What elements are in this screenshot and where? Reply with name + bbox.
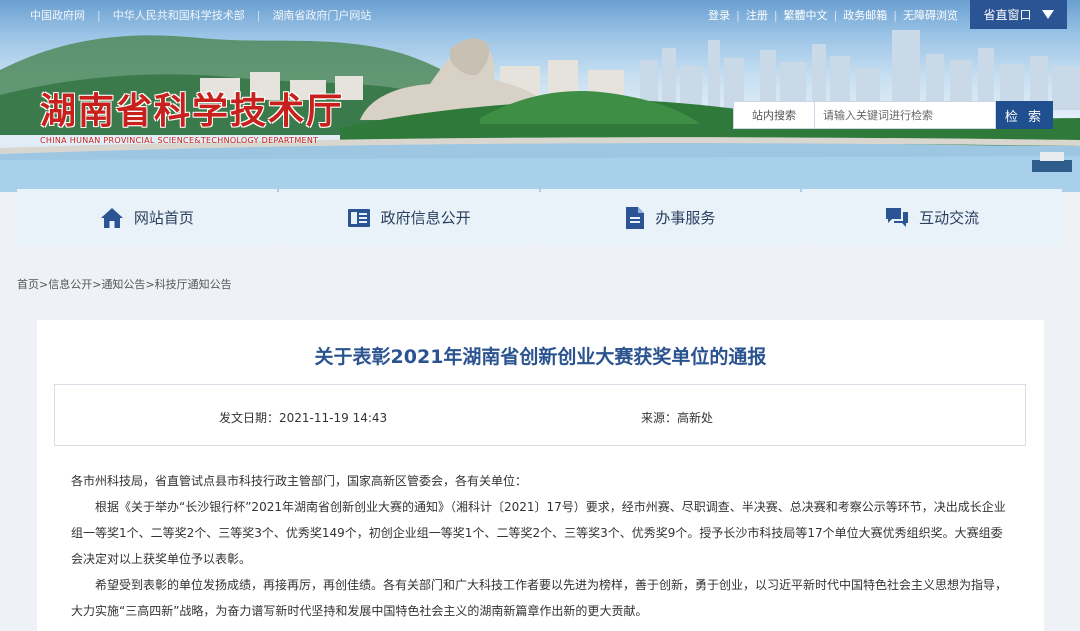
nav-item-label: 政府信息公开 [380, 209, 471, 227]
salutation-paragraph: 各市州科技局，省直管试点县市科技行政主管部门，国家高新区管委会，各有关单位： [71, 474, 528, 488]
triangle-down-icon [1041, 10, 1054, 19]
link-most[interactable]: 中华人民共和国科学技术部 [113, 7, 245, 23]
breadcrumb: 首页>信息公开>通知公告>科技厅通知公告 [17, 276, 232, 292]
source-value: 高新处 [677, 411, 714, 425]
breadcrumb-home[interactable]: 首页 [17, 278, 39, 291]
nav-item-label: 互动交流 [919, 209, 980, 227]
link-hunan-gov[interactable]: 湖南省政府门户网站 [272, 7, 371, 23]
provincial-window-label: 省直窗口 [983, 8, 1032, 22]
article-panel: 关于表彰2021年湖南省创新创业大赛获奖单位的通报 发文日期：2021-11-1… [37, 320, 1044, 631]
info-book-icon [347, 208, 370, 227]
date-label: 发文日期： [219, 411, 280, 425]
divider: | [736, 8, 740, 22]
user-links: 登录 | 注册 | 繁體中文 | 政务邮箱 | 无障碍浏览 [708, 7, 958, 23]
divider: | [893, 8, 897, 22]
register-link[interactable]: 注册 [746, 7, 768, 23]
main-nav: 网站首页 政府信息公开 办事服务 互动交流 [17, 189, 1062, 246]
article-meta: 发文日期：2021-11-19 14:43 来源：高新处 [54, 384, 1026, 446]
article-source: 来源：高新处 [641, 409, 713, 426]
traditional-chinese-link[interactable]: 繁體中文 [784, 7, 828, 23]
search-scope-select[interactable]: 站内搜索 [733, 101, 815, 129]
breadcrumb-separator: > [145, 278, 155, 291]
document-icon [626, 206, 645, 229]
source-label: 来源： [641, 411, 678, 425]
divider: | [773, 8, 778, 22]
article-title: 关于表彰2021年湖南省创新创业大赛获奖单位的通报 [314, 346, 767, 368]
date-value: 2021-11-19 14:43 [279, 411, 388, 425]
nav-item-gov-info[interactable]: 政府信息公开 [278, 189, 539, 246]
chat-icon [886, 207, 909, 227]
body-paragraph: 根据《关于举办“长沙银行杯”2021年湖南省创新创业大赛的通知》（湘科计〔202… [71, 500, 1006, 566]
top-bar: 中国政府网 | 中华人民共和国科学技术部 | 湖南省政府门户网站 登录 | 注册… [0, 0, 1080, 30]
nav-item-services[interactable]: 办事服务 [540, 189, 801, 246]
site-title[interactable]: 湖南省科学技术厅 [40, 82, 344, 134]
divider: | [256, 8, 261, 22]
nav-item-label: 网站首页 [133, 209, 194, 227]
nav-item-label: 办事服务 [655, 209, 716, 227]
search-button[interactable]: 检 索 [996, 101, 1053, 129]
login-link[interactable]: 登录 [708, 7, 730, 23]
nav-item-interaction[interactable]: 互动交流 [802, 189, 1062, 246]
link-gov-cn[interactable]: 中国政府网 [30, 7, 85, 23]
breadcrumb-info[interactable]: 信息公开 [48, 278, 92, 291]
provincial-window-button[interactable]: 省直窗口 [970, 0, 1067, 29]
nav-item-home[interactable]: 网站首页 [17, 189, 277, 246]
site-subtitle: CHINA HUNAN PROVINCIAL SCIENCE&TECHNOLOG… [40, 136, 319, 145]
accessibility-link[interactable]: 无障碍浏览 [903, 7, 958, 23]
breadcrumb-dept-notices[interactable]: 科技厅通知公告 [155, 278, 232, 291]
divider: | [833, 8, 838, 22]
external-links: 中国政府网 | 中华人民共和国科学技术部 | 湖南省政府门户网站 [30, 7, 371, 23]
publish-date: 发文日期：2021-11-19 14:43 [219, 409, 387, 426]
gov-mail-link[interactable]: 政务邮箱 [843, 7, 887, 23]
breadcrumb-separator: > [39, 278, 49, 291]
body-paragraph: 希望受到表彰的单位发扬成绩，再接再厉，再创佳绩。各有关部门和广大科技工作者要以先… [71, 578, 1008, 618]
article-body: 各市州科技局，省直管试点县市科技行政主管部门，国家高新区管委会，各有关单位： 根… [71, 468, 1011, 624]
breadcrumb-notices[interactable]: 通知公告 [101, 278, 145, 291]
search-input[interactable] [815, 101, 996, 129]
divider: | [97, 8, 101, 22]
site-search: 站内搜索 检 索 [733, 101, 1053, 129]
home-icon [100, 207, 123, 228]
